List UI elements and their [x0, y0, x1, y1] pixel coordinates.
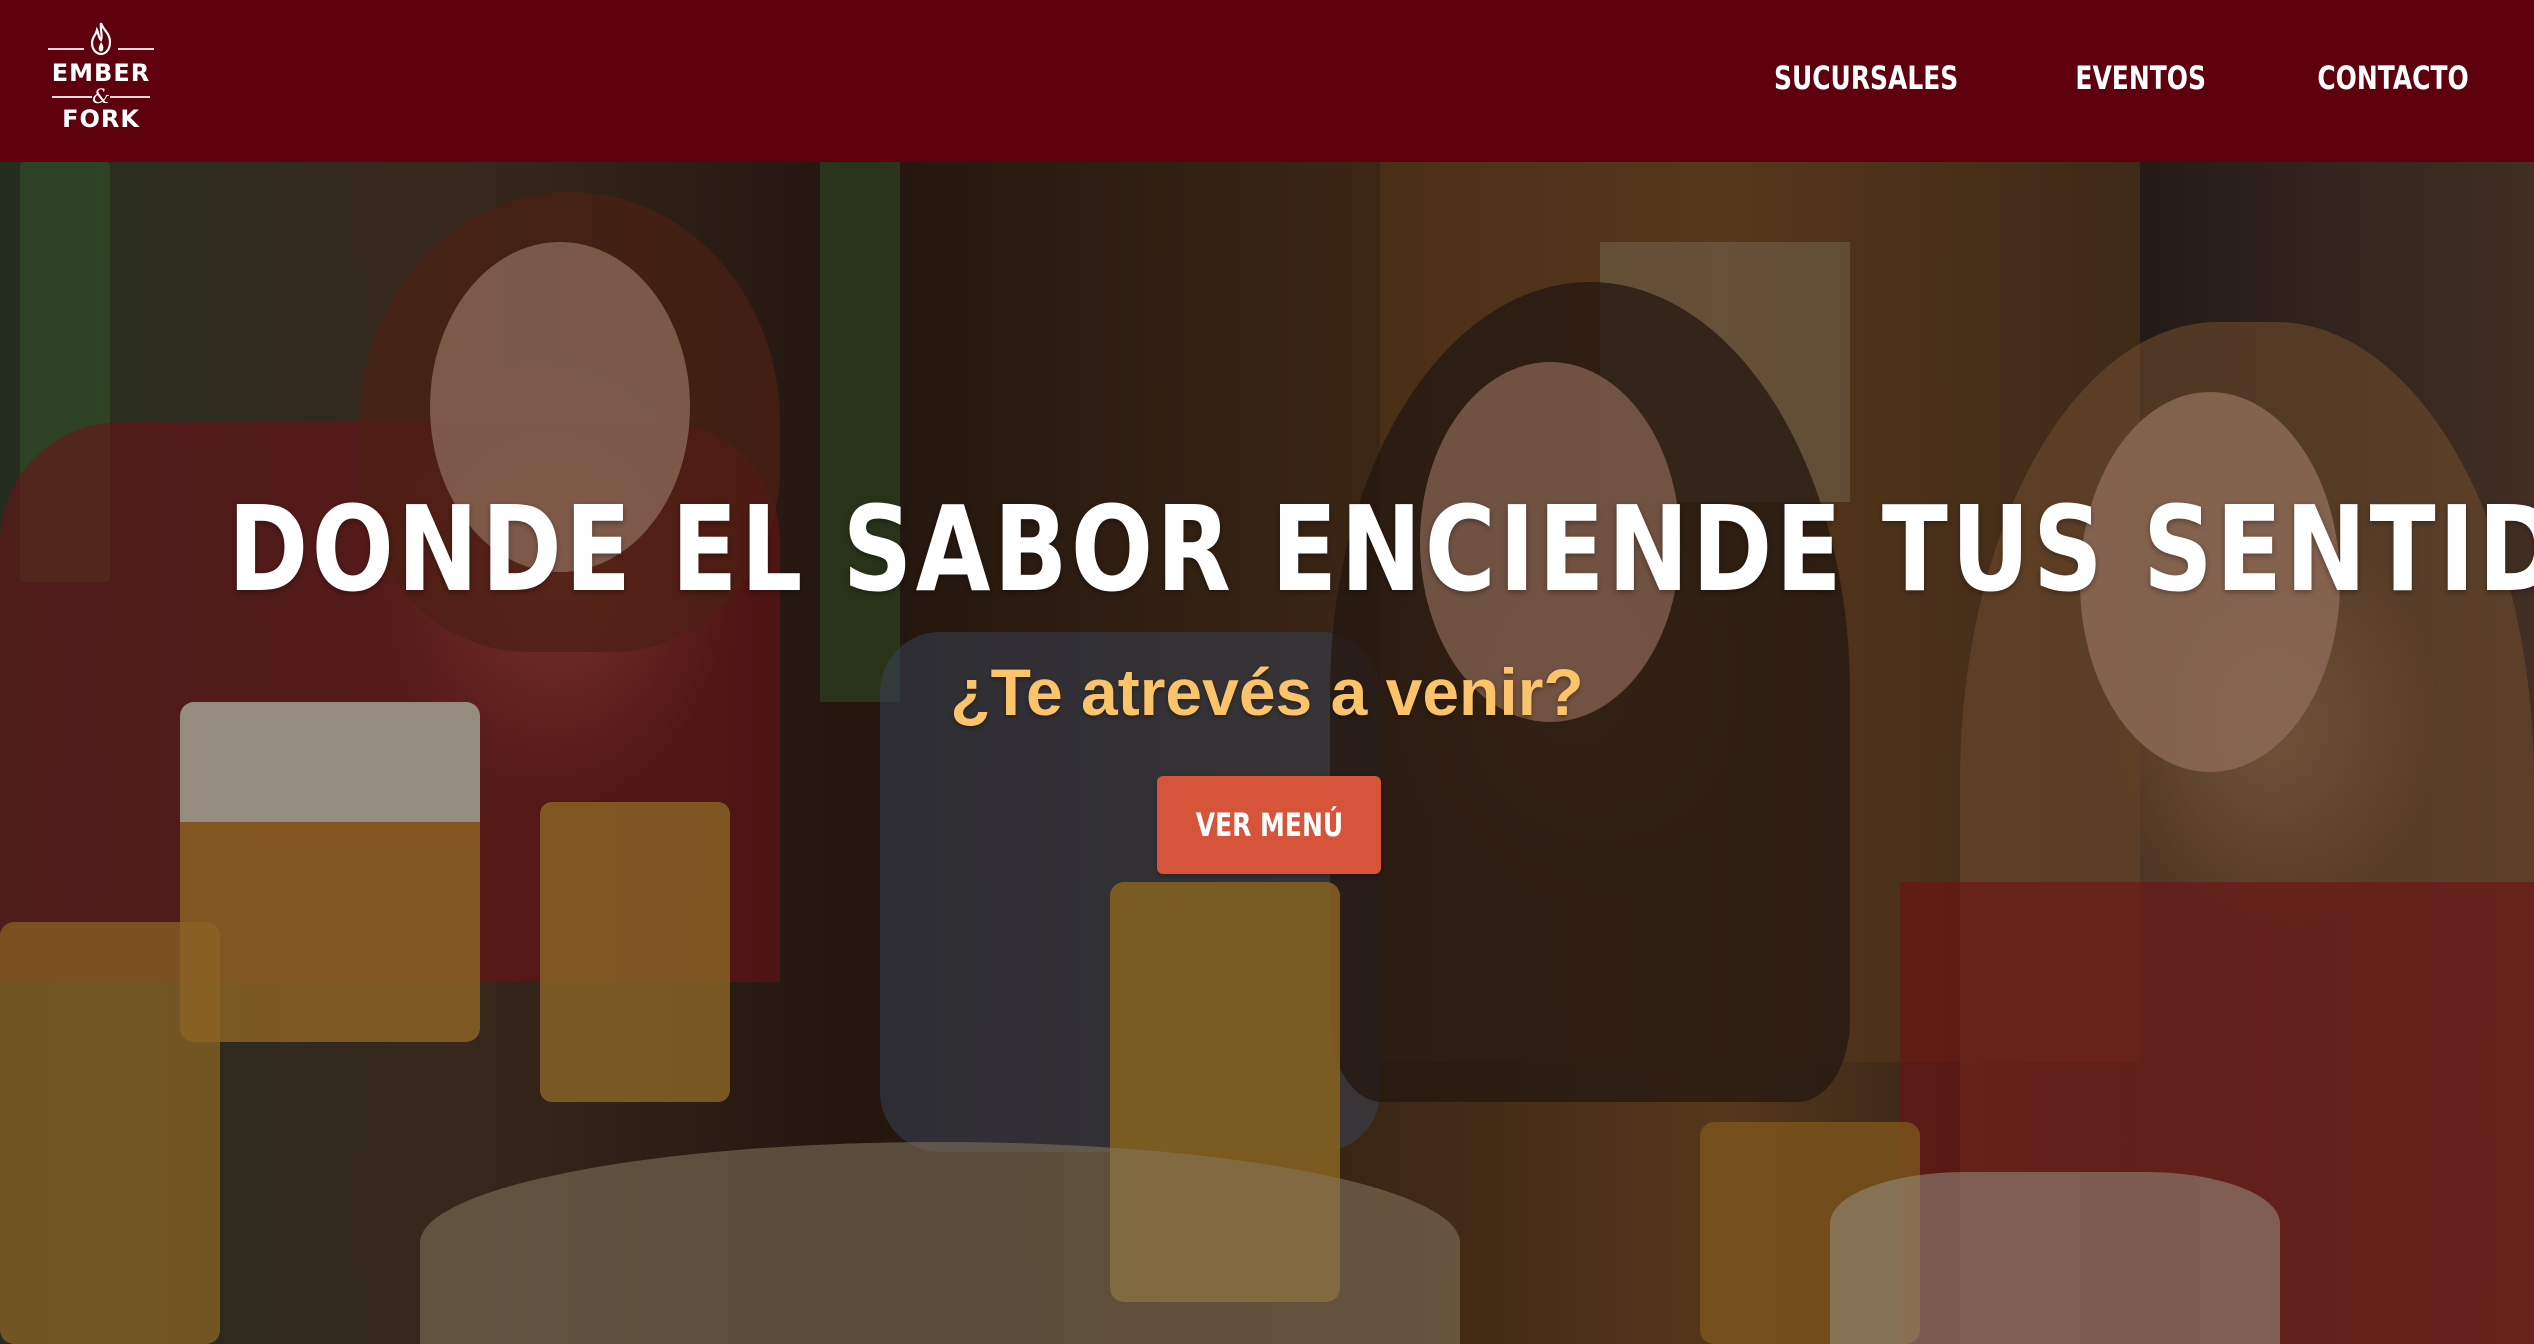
brand-name-line1: EMBER	[51, 59, 151, 87]
nav-item-eventos[interactable]: EVENTOS	[2075, 58, 2206, 98]
brand-name-line2: FORK	[62, 105, 140, 133]
view-menu-button[interactable]: VER MENÚ	[1157, 776, 1381, 874]
hero-overlay	[0, 162, 2534, 1344]
nav-item-sucursales[interactable]: SUCURSALES	[1774, 58, 1958, 98]
logo-rule	[118, 48, 154, 50]
brand-logo[interactable]: EMBER & FORK	[48, 22, 154, 132]
site-header: EMBER & FORK SUCURSALES EVENTOS CONTACTO	[0, 0, 2534, 162]
logo-rule	[110, 96, 150, 98]
hero-title: DONDE EL SABOR ENCIENDE TUS SENTIDOS	[228, 480, 2534, 618]
view-menu-button-label: VER MENÚ	[1195, 806, 1343, 844]
hero-section: DONDE EL SABOR ENCIENDE TUS SENTIDOS ¿Te…	[0, 162, 2534, 1344]
logo-rule	[48, 48, 84, 50]
nav-item-contacto[interactable]: CONTACTO	[2317, 58, 2468, 98]
flame-icon	[90, 22, 112, 56]
hero-subtitle: ¿Te atrevés a venir?	[950, 655, 1584, 729]
main-nav: SUCURSALES EVENTOS CONTACTO	[1748, 58, 2490, 98]
